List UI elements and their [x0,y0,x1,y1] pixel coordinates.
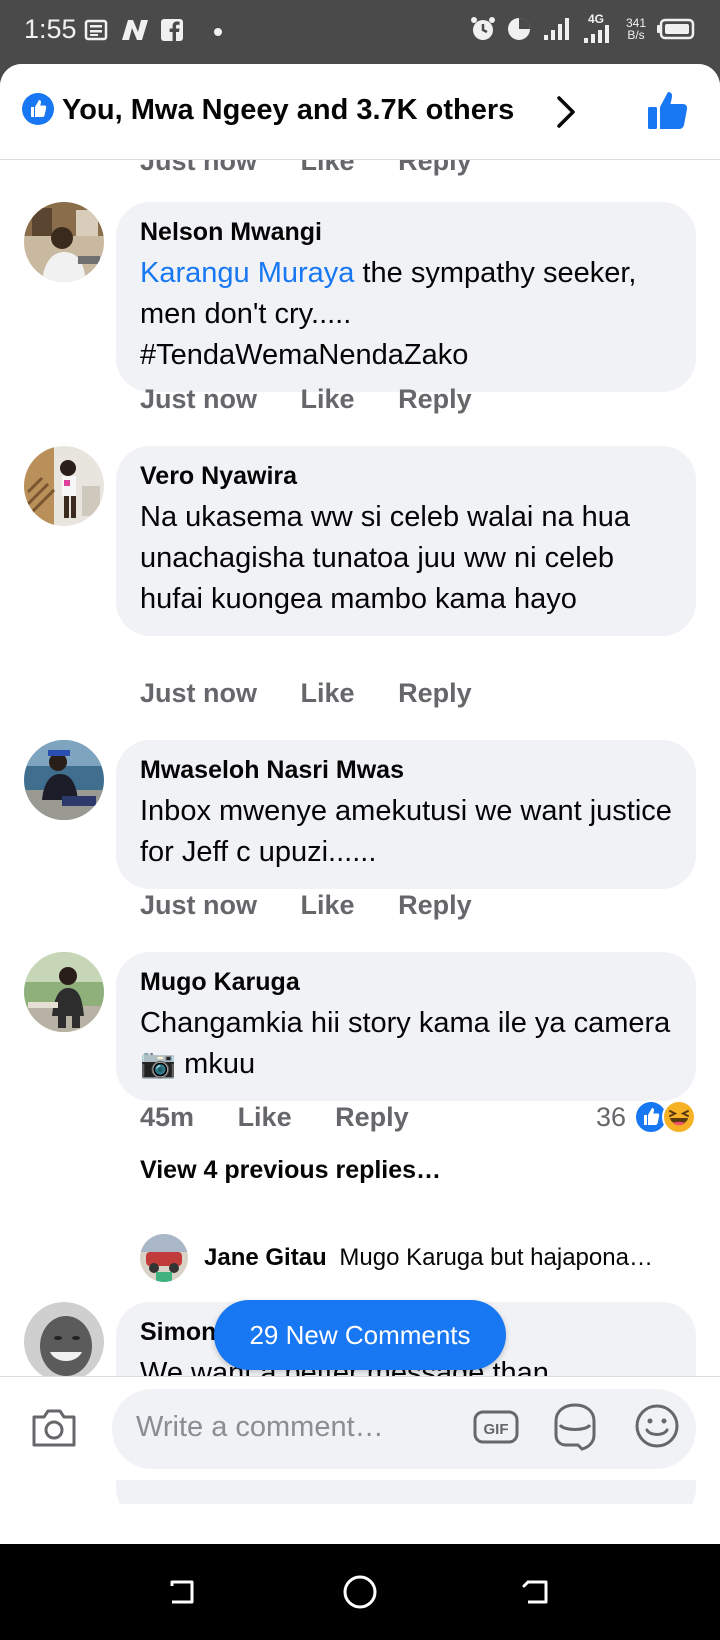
avatar[interactable] [24,740,104,820]
comment-text: Na ukasema ww si celeb walai na hua unac… [140,501,631,615]
status-right-group: 4G 341 B/s [470,12,696,44]
alarm-icon [470,17,495,40]
camera-icon[interactable] [30,1407,78,1449]
reply-link[interactable]: Reply [335,1102,409,1133]
comment-author[interactable]: Mugo Karuga [140,968,672,997]
comment-bubble[interactable]: Mugo Karuga Changamkia hii story kama il… [116,952,696,1101]
like-link[interactable]: Like [301,160,355,177]
reply-link[interactable]: Reply [398,678,472,709]
reply-preview[interactable]: Jane Gitau Mugo Karuga but hajapona… [140,1234,700,1284]
data-saver-icon [507,18,530,40]
signal-4g-group: 4G [582,12,616,44]
comment-time: Just now [140,160,258,176]
avatar[interactable] [24,446,104,526]
comment-bubble[interactable]: Nelson Mwangi Karangu Muraya the sympath… [116,202,696,392]
comment-author[interactable]: Nelson Mwangi [140,218,672,247]
recents-icon[interactable] [164,1574,200,1610]
like-link[interactable]: Like [301,384,355,415]
reactions-summary[interactable]: You, Mwa Ngeey and 3.7K others [62,94,514,127]
comment-time: Just now [140,890,258,920]
reply-preview-text: Jane Gitau Mugo Karuga but hajapona… [204,1244,694,1272]
like-link[interactable]: Like [238,1102,292,1133]
reply-link[interactable]: Reply [398,160,472,177]
reactions-header[interactable]: You, Mwa Ngeey and 3.7K others [0,64,720,160]
status-time: 1:55 [24,14,77,44]
reply-link[interactable]: Reply [398,384,472,415]
emoji-icon[interactable] [632,1401,682,1451]
comment-time: Just now [140,678,258,708]
like-button-icon[interactable] [646,89,690,133]
like-link[interactable]: Like [301,678,355,709]
chevron-right-icon[interactable] [555,94,577,130]
comment-bubble[interactable]: Vero Nyawira Na ukasema ww si celeb wala… [116,446,696,636]
signal-4g-icon [583,25,609,43]
signal-icon [543,18,569,40]
facebook-notification-icon [161,19,183,41]
app-n-icon [122,20,148,40]
comment-time: 45m [140,1102,195,1132]
home-icon[interactable] [340,1574,380,1614]
comment-text: Inbox mwenye amekutusi we want justice f… [140,795,672,868]
avatar[interactable] [140,1234,188,1282]
comment-meta-row: Just now Like Reply [140,890,472,921]
back-icon[interactable] [518,1574,554,1610]
gif-label: GIF [484,1421,509,1438]
notification-dot-icon [214,28,222,36]
comment-bubble[interactable]: Mwaseloh Nasri Mwas Inbox mwenye amekutu… [116,740,696,889]
view-previous-replies[interactable]: View 4 previous replies… [140,1156,441,1185]
news-icon [84,19,108,41]
network-speed-unit: B/s [627,28,645,42]
reaction-count: 36 [595,1101,626,1132]
clipped-meta-row: Just now Like Reply [140,160,472,177]
avatar[interactable] [24,952,104,1032]
network-speed: 341 B/s [626,17,646,41]
sticker-icon[interactable] [550,1401,600,1453]
comment-author[interactable]: Vero Nyawira [140,462,672,491]
comment-text: Changamkia hii story kama ile ya camera … [140,1007,671,1080]
avatar[interactable] [24,1302,104,1382]
system-nav-bar [0,1544,720,1640]
haha-reaction-icon [662,1100,696,1134]
like-reaction-icon [22,93,54,125]
mention-link[interactable]: Karangu Muraya [140,257,354,289]
avatar[interactable] [24,202,104,282]
comment-composer: Write a comment… GIF [0,1376,720,1480]
comment-input[interactable]: Write a comment… GIF [112,1389,696,1469]
like-link[interactable]: Like [301,890,355,921]
comment-text: Karangu Muraya the sympathy seeker, men … [140,253,672,376]
new-comments-button[interactable]: 29 New Comments [214,1300,506,1370]
battery-icon [657,18,695,40]
comment-meta-row: 45m Like Reply [140,1102,409,1133]
comment-input-placeholder: Write a comment… [136,1411,384,1443]
comments-sheet: You, Mwa Ngeey and 3.7K others Just now … [0,64,720,1544]
comment-meta-row: Just now Like Reply [140,678,472,709]
gif-icon[interactable]: GIF [472,1403,520,1451]
status-bar: 1:55 4G 341 B/s [0,0,720,64]
reply-link[interactable]: Reply [398,890,472,921]
comment-author[interactable]: Mwaseloh Nasri Mwas [140,756,672,785]
comment-hashtag[interactable]: #TendaWemaNendaZako [140,339,468,371]
reply-snippet: Mugo Karuga but hajapona… [339,1244,653,1271]
reply-author[interactable]: Jane Gitau [204,1244,327,1271]
comment-time: Just now [140,384,258,414]
comment-reactions[interactable]: 36 [596,1100,696,1134]
comment-meta-row: Just now Like Reply [140,384,472,415]
